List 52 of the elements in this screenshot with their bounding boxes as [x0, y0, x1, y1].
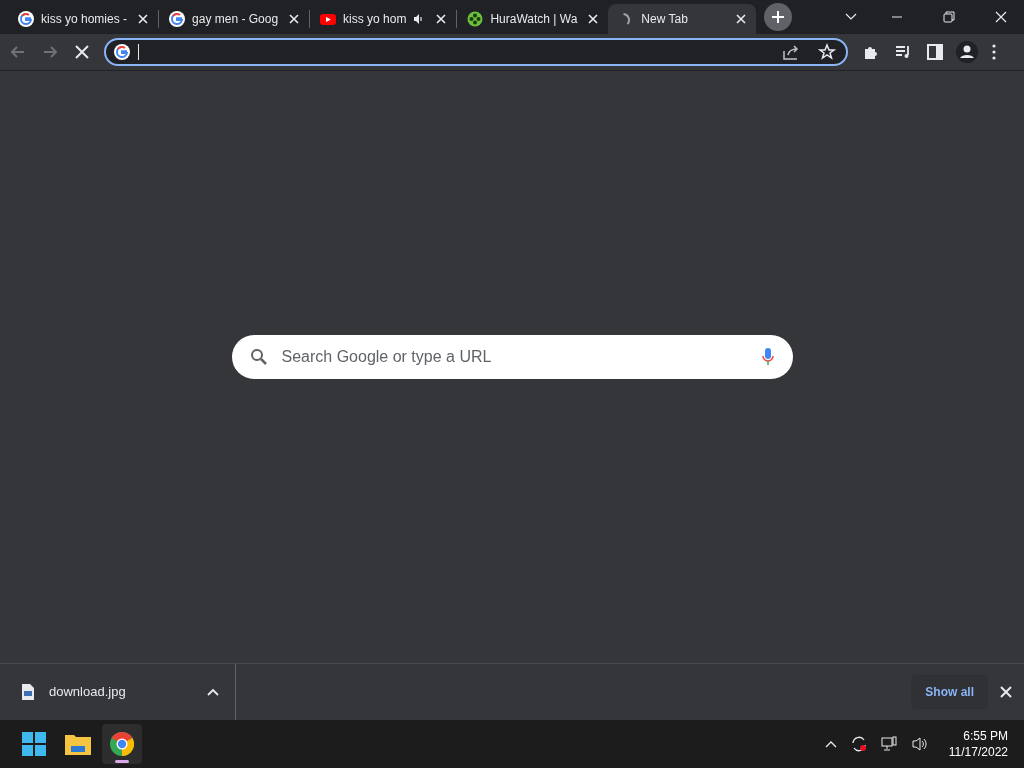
address-bar[interactable] — [104, 38, 848, 66]
close-icon[interactable] — [436, 14, 447, 24]
tab-title: kiss yo hom — [343, 11, 407, 28]
tab-title: HuraWatch | Wa — [490, 11, 578, 28]
close-icon[interactable] — [736, 14, 747, 24]
restore-icon[interactable] — [943, 11, 955, 23]
tab-title: New Tab — [641, 11, 689, 28]
loading-icon — [622, 13, 631, 25]
share-icon[interactable] — [782, 43, 800, 61]
side-panel-icon[interactable] — [926, 43, 944, 61]
star-icon[interactable] — [818, 43, 836, 61]
sync-icon[interactable] — [850, 736, 867, 752]
chrome-icon — [110, 732, 134, 756]
volume-icon[interactable] — [910, 736, 929, 752]
clock-time[interactable]: 6:55 PM — [963, 728, 1008, 744]
clock-date[interactable]: 11/17/2022 — [948, 744, 1008, 760]
menu-icon[interactable] — [992, 44, 996, 60]
new-tab-button[interactable] — [764, 3, 793, 31]
microphone-icon[interactable] — [760, 347, 775, 367]
google-icon — [18, 11, 34, 27]
chevron-up-icon[interactable] — [207, 688, 219, 696]
close-icon[interactable] — [138, 14, 149, 24]
tab-title: gay men - Goog — [192, 11, 279, 28]
profile-icon[interactable] — [956, 41, 978, 63]
close-icon[interactable] — [588, 14, 599, 24]
search-icon — [249, 348, 268, 366]
play-icon — [320, 11, 337, 27]
search-input[interactable]: Search Google or type a URL — [281, 345, 761, 369]
plus-icon — [771, 10, 786, 24]
media-icon[interactable] — [894, 43, 912, 61]
browser-tab[interactable]: gay men - Goog — [159, 4, 310, 34]
google-icon — [169, 11, 186, 27]
browser-tab[interactable]: New Tab — [608, 4, 757, 34]
windows-icon — [22, 732, 46, 756]
tab-title: kiss yo homies - — [41, 11, 128, 28]
close-icon[interactable] — [1000, 686, 1012, 698]
folder-icon — [65, 733, 91, 755]
network-icon[interactable] — [880, 736, 897, 752]
google-icon — [114, 44, 130, 60]
close-icon[interactable] — [289, 14, 300, 24]
stop-icon[interactable] — [74, 44, 90, 60]
browser-tab[interactable]: kiss yo hom — [310, 4, 457, 34]
taskbar-button[interactable] — [102, 724, 142, 764]
browser-tab[interactable]: kiss yo homies - — [8, 4, 159, 34]
close-window-icon[interactable] — [995, 11, 1007, 23]
file-icon — [22, 684, 34, 700]
film-reel-icon — [467, 11, 484, 27]
browser-tab[interactable]: HuraWatch | Wa — [457, 4, 609, 34]
search-box[interactable]: Search Google or type a URL — [231, 335, 793, 379]
show-all-link[interactable]: Show all — [911, 675, 988, 709]
file-name: download.jpg — [49, 683, 126, 702]
chevron-up-icon[interactable] — [824, 740, 837, 748]
